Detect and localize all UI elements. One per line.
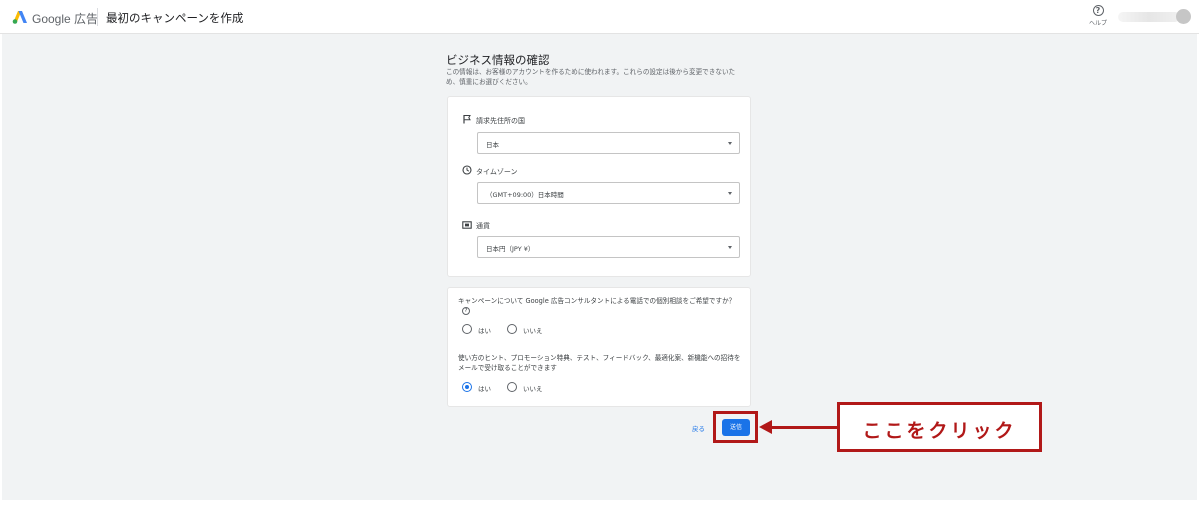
currency-select[interactable]: 日本円（JPY ¥） (477, 236, 740, 258)
email-yes-label: はい (478, 385, 491, 393)
timezone-select[interactable]: （GMT+09:00）日本時間 (477, 182, 740, 204)
chevron-down-icon (728, 142, 732, 145)
consultation-question-text: キャンペーンについて Google 広告コンサルタントによる電話での個別相談をご… (458, 297, 736, 305)
consultation-yes-label: はい (478, 327, 491, 335)
help-label: ヘルプ (1088, 20, 1107, 27)
top-bar: Google 広告 最初のキャンペーンを作成 ? ヘルプ (0, 0, 1199, 34)
page-header-title: 最初のキャンペーンを作成 (106, 11, 244, 25)
page-description: この情報は、お客様のアカウントを作るために使われます。これらの設定は後から変更で… (446, 68, 736, 86)
back-button[interactable]: 戻る (692, 423, 705, 433)
header-divider (97, 8, 98, 26)
arrow-line (770, 426, 838, 429)
email-no-label: いいえ (523, 385, 543, 393)
currency-icon (462, 221, 472, 229)
timezone-label: タイムゾーン (476, 168, 518, 176)
email-yes-radio[interactable] (462, 382, 472, 392)
help-button[interactable]: ? ヘルプ (1085, 5, 1111, 27)
account-info[interactable] (1118, 12, 1180, 22)
country-select[interactable]: 日本 (477, 132, 740, 154)
help-icon: ? (1092, 5, 1104, 16)
timezone-value: （GMT+09:00）日本時間 (486, 191, 564, 199)
chevron-down-icon (728, 246, 732, 249)
submit-button[interactable]: 送信 (722, 419, 750, 436)
clock-icon (462, 165, 472, 175)
avatar[interactable] (1176, 9, 1191, 24)
brand-name: Google 広告 (32, 12, 99, 26)
country-value: 日本 (486, 141, 499, 149)
consultation-no-label: いいえ (523, 327, 543, 335)
google-ads-logo (12, 11, 27, 24)
page-title: ビジネス情報の確認 (446, 53, 550, 67)
help-icon[interactable]: ? (462, 307, 470, 315)
currency-value: 日本円（JPY ¥） (486, 245, 535, 253)
callout-text: ここをクリック (862, 420, 1017, 442)
country-label: 請求先住所の国 (476, 117, 525, 125)
consultation-no-radio[interactable] (507, 324, 517, 334)
currency-label: 通貨 (476, 222, 490, 230)
flag-icon (463, 115, 471, 124)
email-opt-in-question: 使い方のヒント、プロモーション特典、テスト、フィードバック、最適化案、新機能への… (458, 354, 741, 372)
consultation-yes-radio[interactable] (462, 324, 472, 334)
consultation-question: キャンペーンについて Google 広告コンサルタントによる電話での個別相談をご… (458, 296, 743, 316)
callout-box: ここをクリック (837, 402, 1042, 452)
email-no-radio[interactable] (507, 382, 517, 392)
chevron-down-icon (728, 192, 732, 195)
